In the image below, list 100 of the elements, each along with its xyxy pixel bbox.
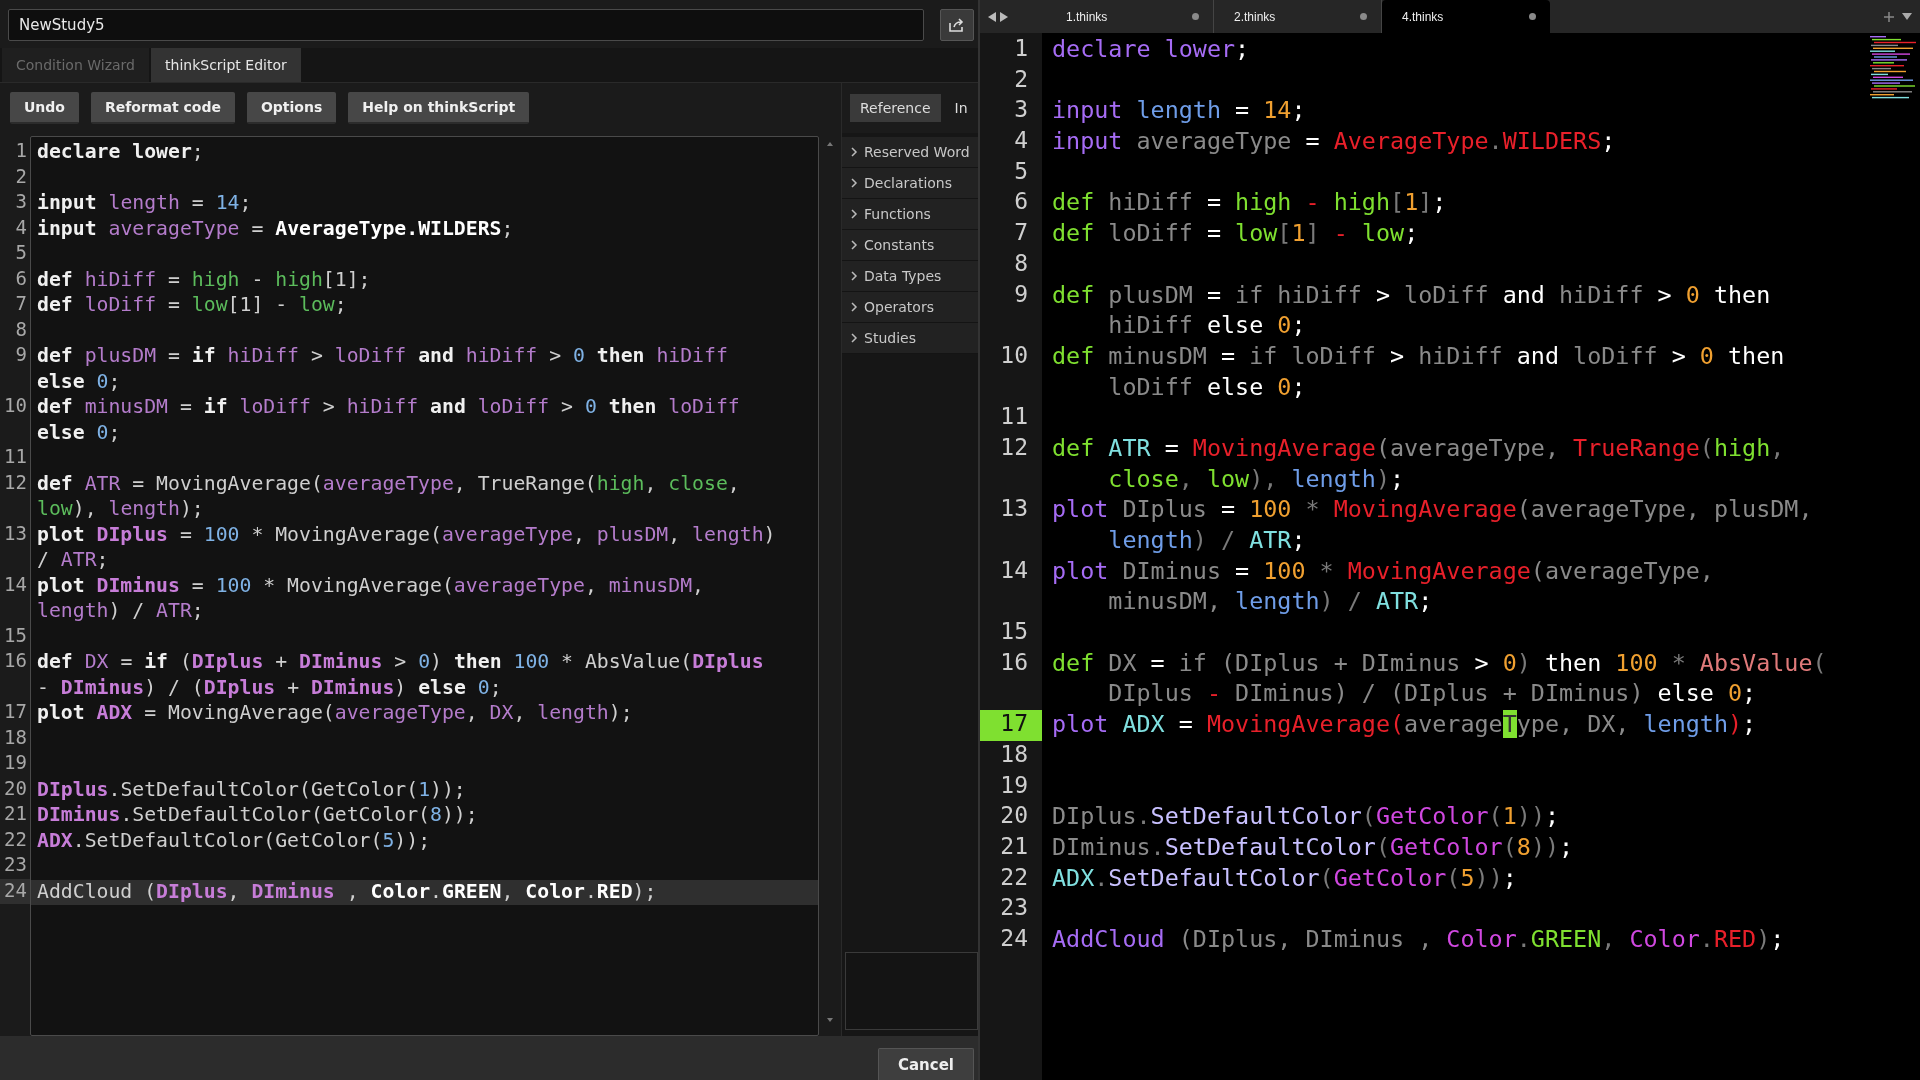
- line-number: 19: [3, 751, 28, 775]
- line-number: 23: [3, 853, 28, 877]
- share-icon: [949, 18, 966, 32]
- line-number: 7: [14, 292, 28, 316]
- line-number: 24: [0, 878, 30, 904]
- line-number: 24: [999, 924, 1029, 953]
- line-number: 19: [999, 771, 1029, 800]
- scroll-down-icon[interactable]: [827, 1018, 833, 1022]
- side-tab[interactable]: In: [954, 94, 968, 122]
- code-line: def ATR = MovingAverage(averageType, TrueRange(high,: [1052, 433, 1786, 464]
- chevron-icon: [850, 147, 858, 157]
- reference-tree-item[interactable]: Constants: [842, 230, 978, 261]
- line-number: 5: [1013, 157, 1029, 186]
- side-tab[interactable]: Reference: [850, 94, 941, 122]
- code-line: plot DIminus = 100 * MovingAverage(averageType, minusDM,: [36, 573, 705, 599]
- code-line: def minusDM = if loDiff > hiDiff and loDiff > 0 then loDiff: [36, 395, 741, 420]
- code-line: close, low), length);: [1107, 464, 1406, 495]
- line-number: 11: [3, 445, 28, 469]
- reference-tree-item[interactable]: Studies: [842, 323, 978, 354]
- line-number: 17: [980, 710, 1042, 741]
- file-tab[interactable]: 1.thinks: [1046, 0, 1214, 33]
- file-tab[interactable]: 4.thinks: [1382, 0, 1550, 33]
- code-line: - DIminus) / (DIplus + DIminus) else 0;: [36, 675, 503, 701]
- chevron-icon: [850, 209, 858, 219]
- code-line: def DX = if (DIplus + DIminus > 0) then 100 * AbsValue(DIplus: [36, 650, 765, 675]
- line-number: 13: [3, 521, 28, 546]
- reference-tree-item[interactable]: Operators: [842, 292, 978, 323]
- line-number: 12: [999, 433, 1029, 462]
- code-line: length) / ATR;: [1107, 526, 1307, 556]
- code-line: else 0;: [36, 369, 122, 395]
- unsaved-dot-icon: [1192, 13, 1199, 20]
- scroll-up-icon[interactable]: [827, 142, 833, 146]
- line-number: 14: [3, 572, 28, 597]
- code-line: declare lower;: [36, 140, 205, 165]
- line-number: 22: [3, 827, 28, 852]
- line-number: 2: [1013, 65, 1029, 94]
- code-line: plot ADX = MovingAverage(averageType, DX, length);: [1052, 710, 1758, 741]
- code-line: DIplus.SetDefaultColor(GetColor(1));: [1052, 802, 1561, 833]
- line-number: 3: [14, 190, 28, 214]
- study-name-field[interactable]: NewStudy5: [8, 9, 925, 41]
- chevron-icon: [850, 240, 858, 250]
- line-number: 8: [14, 317, 28, 342]
- line-number: 21: [999, 832, 1029, 861]
- code-line: def loDiff = low[1] - low;: [1052, 219, 1420, 250]
- code-line: plot ADX = MovingAverage(averageType, DX, length);: [36, 701, 634, 726]
- code-line: plot DIplus = 100 * MovingAverage(averageType, plusDM, length): [36, 522, 777, 548]
- code-line: def plusDM = if hiDiff > loDiff and hiDiff > 0 then: [1052, 280, 1772, 311]
- line-number: 6: [1013, 188, 1029, 217]
- add-icon[interactable]: [1884, 11, 1894, 22]
- code-line: else 0;: [36, 420, 122, 446]
- toolbar-button[interactable]: Undo: [10, 92, 79, 124]
- dropdown-icon[interactable]: [1902, 13, 1912, 20]
- chevron-icon: [850, 302, 858, 312]
- line-number: 15: [3, 623, 28, 648]
- line-number: 9: [14, 343, 28, 367]
- reference-tree-item[interactable]: Reserved Word: [842, 137, 978, 168]
- line-number: 4: [14, 215, 28, 240]
- code-line: DIplus.SetDefaultColor(GetColor(1));: [36, 777, 467, 803]
- line-number: 5: [14, 241, 28, 265]
- reference-tree-item[interactable]: Declarations: [842, 168, 978, 199]
- line-number: 10: [3, 394, 28, 418]
- code-line: def hiDiff = high - high[1];: [36, 267, 372, 293]
- line-number: 2: [14, 164, 28, 189]
- code-line: low), length);: [36, 497, 205, 522]
- code-line: plot DIplus = 100 * MovingAverage(averageType, plusDM,: [1052, 495, 1814, 526]
- code-line: DIminus.SetDefaultColor(GetColor(8));: [36, 803, 479, 828]
- chevron-icon: [850, 333, 858, 343]
- code-line: declare lower;: [1052, 35, 1251, 65]
- reference-tree-item[interactable]: Functions: [842, 199, 978, 230]
- code-line: def hiDiff = high - high[1];: [1052, 188, 1448, 219]
- line-number: 1: [1013, 35, 1029, 63]
- line-number: 13: [999, 495, 1029, 524]
- code-line: input averageType = AverageType.WILDERS;: [36, 216, 515, 242]
- code-line: def minusDM = if loDiff > hiDiff and loDiff > 0 then: [1052, 341, 1786, 372]
- editor-tab[interactable]: thinkScript Editor: [151, 48, 301, 82]
- chevron-icon: [850, 178, 858, 188]
- share-button[interactable]: [940, 9, 974, 41]
- back-icon[interactable]: [988, 11, 996, 22]
- code-line: AddCloud (DIplus, DIminus , Color.GREEN, Color.RED);: [1052, 924, 1786, 955]
- code-line: DIminus.SetDefaultColor(GetColor(8));: [1052, 832, 1575, 863]
- code-editor[interactable]: [30, 136, 819, 1036]
- code-line: length) / ATR;: [36, 599, 205, 624]
- forward-icon[interactable]: [1000, 11, 1008, 22]
- line-number: 9: [1013, 280, 1029, 309]
- code-line: input length = 14;: [1052, 96, 1307, 127]
- line-number: 11: [999, 403, 1029, 432]
- line-number: 16: [999, 648, 1029, 677]
- line-number: 14: [999, 556, 1029, 585]
- code-line: loDiff else 0;: [1107, 372, 1307, 403]
- cancel-button[interactable]: Cancel: [878, 1048, 974, 1080]
- line-number: 7: [1013, 219, 1029, 248]
- toolbar-button[interactable]: Help on thinkScript: [348, 92, 530, 124]
- toolbar-button[interactable]: Options: [246, 92, 337, 124]
- code-line: DIplus - DIminus) / (DIplus + DIminus) else 0;: [1107, 679, 1758, 710]
- toolbar-button[interactable]: Reformat code: [91, 92, 235, 124]
- line-number: 20: [3, 776, 28, 801]
- line-number: 18: [999, 740, 1029, 769]
- line-number: 16: [3, 649, 28, 673]
- reference-tree-item[interactable]: Data Types: [842, 261, 978, 292]
- line-number: 20: [999, 802, 1029, 831]
